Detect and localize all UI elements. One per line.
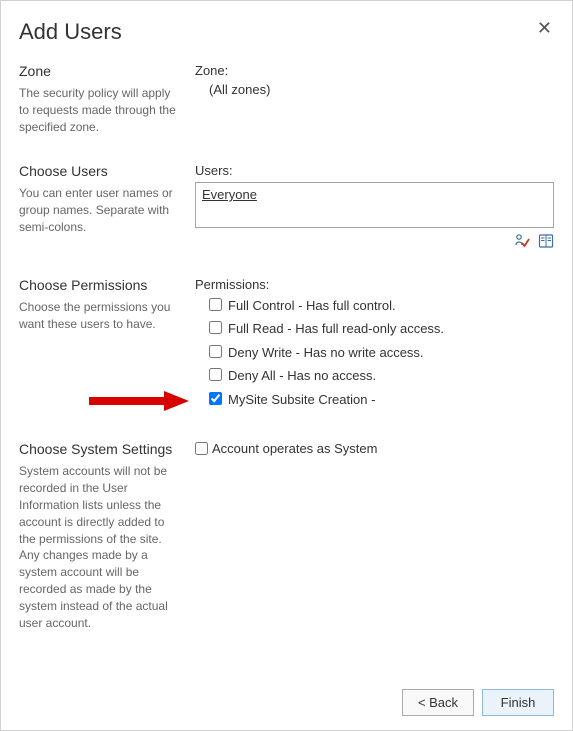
section-users: Choose Users You can enter user names or… — [19, 163, 554, 249]
back-button[interactable]: < Back — [402, 689, 474, 716]
finish-button[interactable]: Finish — [482, 689, 554, 716]
perm-item: Full Read - Has full read-only access. — [209, 319, 554, 339]
dialog-title: Add Users — [19, 19, 122, 45]
permissions-list: Full Control - Has full control. Full Re… — [195, 296, 554, 410]
system-title: Choose System Settings — [19, 441, 177, 457]
perm-checkbox-deny-write[interactable] — [209, 345, 222, 358]
system-checkbox-label: Account operates as System — [212, 441, 377, 456]
perm-item: MySite Subsite Creation - — [209, 390, 554, 410]
perm-label: Full Read - Has full read-only access. — [228, 319, 444, 339]
users-field-label: Users: — [195, 163, 554, 178]
user-entry: Everyone — [202, 187, 257, 202]
system-desc: System accounts will not be recorded in … — [19, 463, 177, 631]
perm-label: Deny Write - Has no write access. — [228, 343, 424, 363]
section-zone: Zone The security policy will apply to r… — [19, 63, 554, 135]
perm-checkbox-full-read[interactable] — [209, 321, 222, 334]
system-checkbox[interactable] — [195, 442, 208, 455]
perm-checkbox-mysite[interactable] — [209, 392, 222, 405]
perm-checkbox-deny-all[interactable] — [209, 368, 222, 381]
permissions-title: Choose Permissions — [19, 277, 177, 293]
perm-label: Deny All - Has no access. — [228, 366, 376, 386]
permissions-desc: Choose the permissions you want these us… — [19, 299, 177, 333]
perm-item: Deny All - Has no access. — [209, 366, 554, 386]
permissions-field-label: Permissions: — [195, 277, 554, 292]
users-desc: You can enter user names or group names.… — [19, 185, 177, 235]
zone-field-label: Zone: — [195, 63, 554, 78]
browse-icon[interactable] — [538, 233, 554, 249]
section-system: Choose System Settings System accounts w… — [19, 441, 554, 631]
users-title: Choose Users — [19, 163, 177, 179]
close-button[interactable]: ✕ — [535, 19, 554, 37]
perm-label: MySite Subsite Creation - — [228, 390, 375, 410]
zone-field-value: (All zones) — [195, 82, 554, 97]
zone-desc: The security policy will apply to reques… — [19, 85, 177, 135]
perm-item: Full Control - Has full control. — [209, 296, 554, 316]
perm-checkbox-full-control[interactable] — [209, 298, 222, 311]
users-input[interactable]: Everyone — [195, 182, 554, 228]
perm-label: Full Control - Has full control. — [228, 296, 396, 316]
perm-item: Deny Write - Has no write access. — [209, 343, 554, 363]
zone-title: Zone — [19, 63, 177, 79]
check-names-icon[interactable] — [514, 233, 530, 249]
section-permissions: Choose Permissions Choose the permission… — [19, 277, 554, 414]
